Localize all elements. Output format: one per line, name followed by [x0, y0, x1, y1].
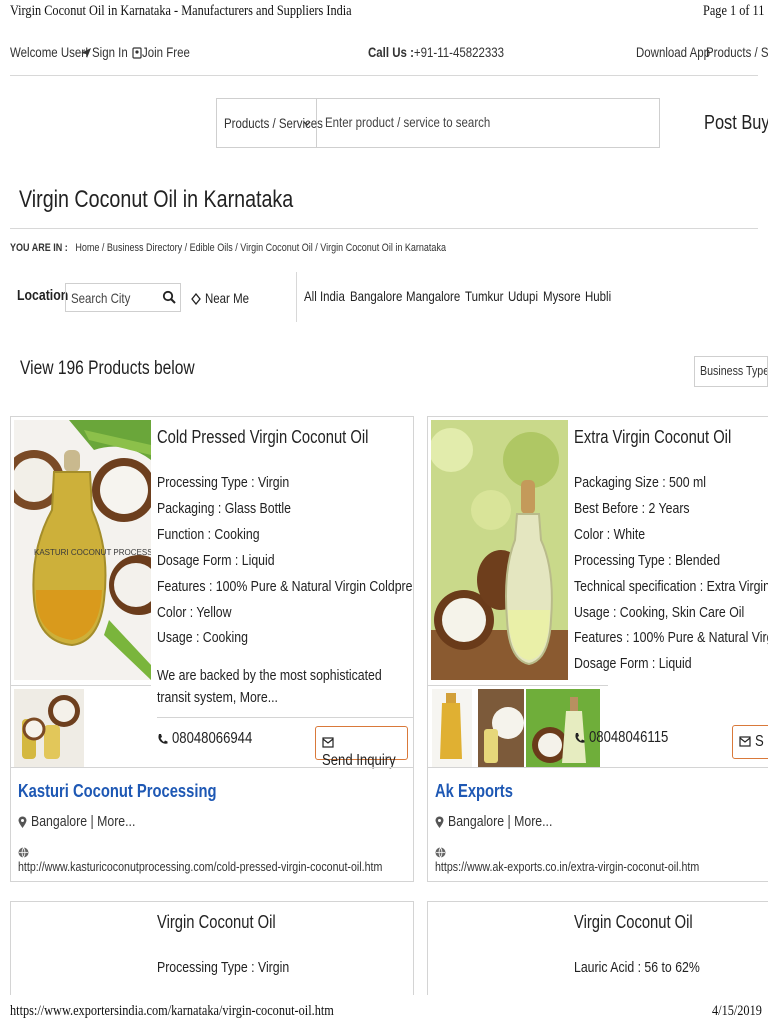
company-url[interactable]: https://www.ak-exports.co.in/extra-virgi… — [435, 844, 768, 874]
city-search-input[interactable]: Search City — [65, 283, 181, 312]
product-spec: Dosage Form : Liquid — [157, 552, 275, 569]
print-page-number: Page 1 of 11 — [703, 3, 765, 19]
send-inquiry-button[interactable]: Send Inquiry — [315, 726, 408, 769]
city-link-udupi[interactable]: Udupi — [508, 288, 545, 304]
page-title: Virgin Coconut Oil in Karnataka — [19, 186, 294, 213]
product-spec: Best Before : 2 Years — [574, 500, 690, 517]
product-spec: Function : Cooking — [157, 526, 260, 543]
product-spec: Processing Type : Virgin — [157, 474, 290, 491]
business-type-select[interactable]: Business Type — [694, 356, 768, 387]
print-header-title: Virgin Coconut Oil in Karnataka - Manufa… — [10, 3, 352, 19]
join-free-link[interactable]: Join Free — [132, 44, 190, 60]
paper-plane-icon — [81, 48, 91, 59]
map-pin-icon — [18, 816, 27, 828]
product-spec: Packaging : Glass Bottle — [157, 500, 292, 517]
send-inquiry-button[interactable]: S — [732, 725, 768, 759]
product-thumbnail[interactable] — [14, 689, 84, 767]
product-description: We are backed by the most sophisticated … — [157, 667, 382, 706]
product-card: Extra Virgin Coconut Oil Packaging Size … — [427, 416, 768, 882]
globe-icon — [435, 847, 446, 859]
call-number: +91-11-45822333 — [413, 44, 505, 60]
product-name[interactable]: Virgin Coconut Oil — [574, 912, 719, 933]
breadcrumb-label: YOU ARE IN : — [10, 242, 68, 254]
product-spec: Usage : Cooking — [157, 629, 248, 646]
divider — [11, 767, 413, 768]
map-pin-icon — [435, 816, 444, 828]
search-input[interactable] — [318, 99, 668, 149]
company-name-link[interactable]: Ak Exports — [435, 781, 530, 802]
breadcrumb-path[interactable]: Home / Business Directory / Edible Oils … — [75, 242, 446, 254]
product-spec: Processing Type : Blended — [574, 552, 721, 569]
product-spec: Features : 100% Pure & Natural Virgin Co — [574, 629, 768, 646]
globe-icon — [18, 847, 29, 859]
print-footer-url: https://www.exportersindia.com/karnataka… — [10, 1003, 334, 1019]
city-link-mangalore[interactable]: Mangalore — [406, 288, 472, 304]
sign-in-link[interactable]: Sign In — [80, 44, 128, 60]
company-name-link[interactable]: Kasturi Coconut Processing — [18, 781, 260, 802]
company-location: Bangalore | More... — [18, 813, 158, 830]
city-link-tumkur[interactable]: Tumkur — [465, 288, 512, 304]
search-bar: Products / Services Enter product / serv… — [216, 98, 668, 149]
city-link-all-india[interactable]: All India — [304, 288, 354, 304]
search-category-select[interactable]: Products / Services — [217, 99, 323, 147]
product-spec: Lauric Acid : 56 to 62% — [574, 959, 700, 976]
envelope-icon — [322, 737, 334, 748]
product-image[interactable] — [431, 420, 568, 680]
divider — [428, 767, 768, 768]
product-spec: Color : White — [574, 526, 646, 543]
product-name[interactable]: Extra Virgin Coconut Oil — [574, 427, 766, 448]
kasturi-watermark: KASTURI COCONUT PROCESSING — [34, 548, 151, 557]
product-name[interactable]: Cold Pressed Virgin Coconut Oil — [157, 427, 413, 448]
thumbnail-strip — [11, 685, 151, 768]
search-icon[interactable] — [162, 290, 176, 304]
print-footer-date: 4/15/2019 — [712, 1003, 762, 1019]
divider — [296, 272, 297, 322]
city-search-placeholder: Search City — [71, 290, 131, 306]
phone-number[interactable]: 08048046115 — [574, 729, 686, 747]
chevron-down-icon — [303, 121, 311, 126]
product-spec: Usage : Cooking, Skin Care Oil — [574, 604, 745, 621]
product-spec: Processing Type : Virgin — [157, 959, 290, 976]
contact-row: 08048046115 S — [574, 717, 768, 765]
user-badge-icon — [132, 47, 142, 59]
product-thumbnail[interactable] — [478, 689, 524, 767]
city-link-bangalore[interactable]: Bangalore — [350, 288, 414, 304]
phone-icon — [158, 733, 168, 744]
near-me-button[interactable]: Near Me — [191, 290, 259, 306]
phone-icon — [575, 732, 585, 743]
product-spec: Color : Yellow — [157, 604, 232, 621]
product-name[interactable]: Virgin Coconut Oil — [157, 912, 302, 933]
product-spec: Packaging Size : 500 ml — [574, 474, 706, 491]
top-bar: Welcome User! Sign In Join Free Call Us … — [10, 44, 768, 60]
product-spec: Dosage Form : Liquid — [574, 655, 692, 672]
company-location: Bangalore | More... — [435, 813, 575, 830]
post-buy-requirement-button[interactable]: Post Buy R — [704, 112, 768, 135]
breadcrumb: YOU ARE IN : Home / Business Directory /… — [10, 242, 542, 254]
envelope-icon — [739, 736, 751, 747]
company-url[interactable]: http://www.kasturicoconutprocessing.com/… — [18, 844, 413, 874]
divider — [10, 228, 758, 229]
contact-row: 08048066944 Send Inquiry — [157, 717, 413, 769]
divider — [10, 75, 758, 76]
city-link-mysore[interactable]: Mysore — [543, 288, 589, 304]
product-spec: Features : 100% Pure & Natural Virgin Co… — [157, 578, 413, 595]
city-link-hubli[interactable]: Hubli — [585, 288, 617, 304]
results-count: View 196 Products below — [20, 358, 195, 379]
location-arrow-icon — [191, 293, 201, 306]
product-card: KASTURI COCONUT PROCESSING Cold Pressed … — [10, 416, 414, 882]
product-spec: Technical specification : Extra Virgin — [574, 578, 768, 595]
phone-number[interactable]: 08048066944 — [157, 730, 270, 748]
product-thumbnail[interactable] — [432, 689, 472, 767]
product-image[interactable]: KASTURI COCONUT PROCESSING — [14, 420, 151, 680]
